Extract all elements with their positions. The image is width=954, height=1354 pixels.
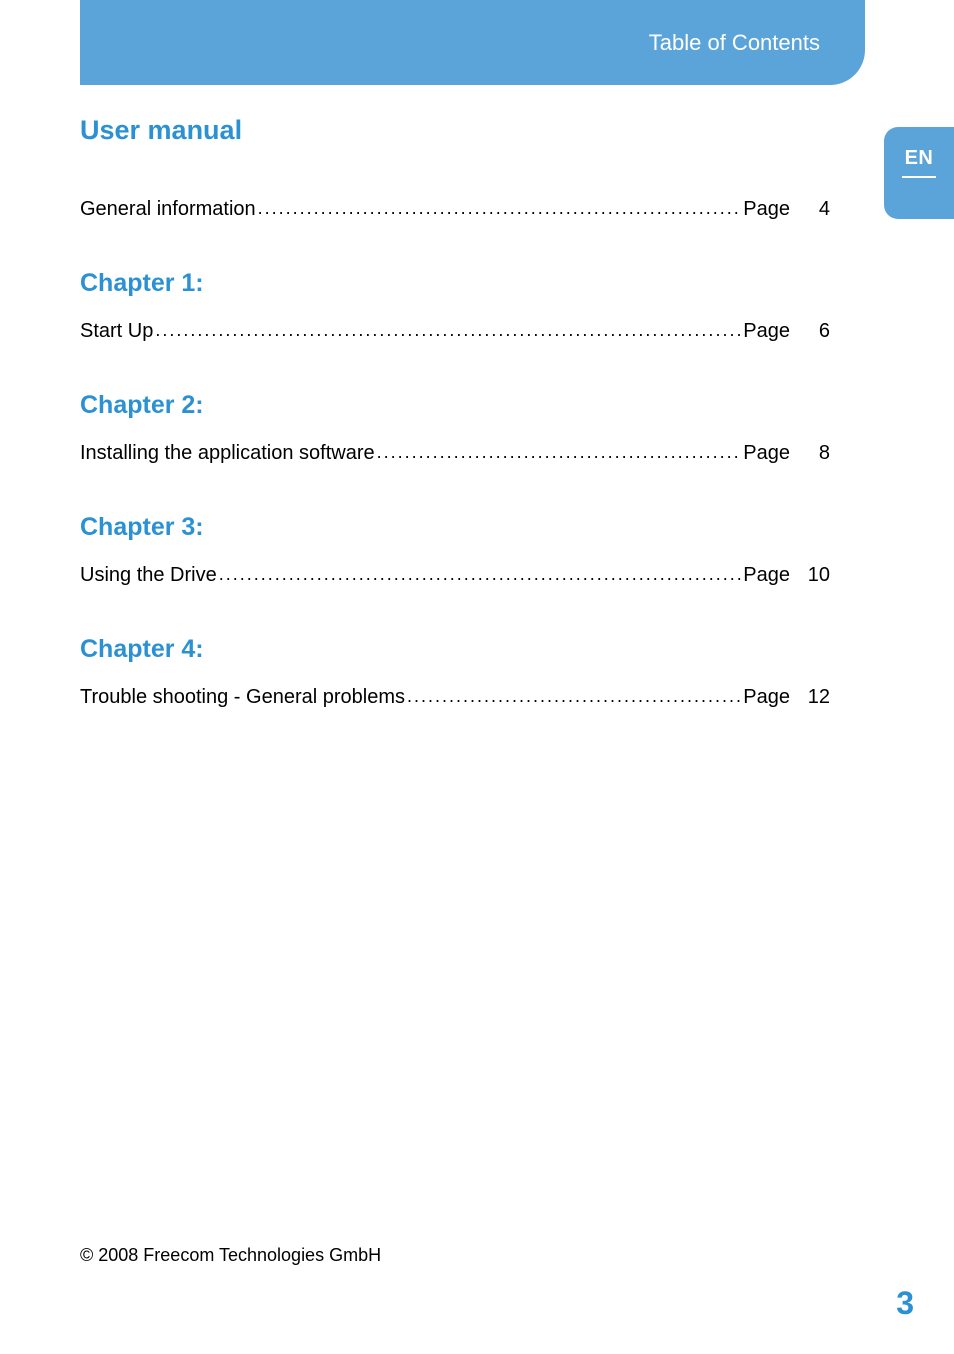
toc-dots: [219, 564, 742, 585]
main-title: User manual: [80, 115, 830, 146]
toc-page-num: 12: [790, 686, 830, 709]
footer-copyright: © 2008 Freecom Technologies GmbH: [80, 1245, 381, 1266]
toc-page-word: Page: [743, 564, 790, 587]
toc-row: Installing the application software Page…: [80, 442, 830, 465]
language-tab: EN: [884, 127, 954, 219]
toc-page-word: Page: [743, 686, 790, 709]
toc-row: Start Up Page 6: [80, 320, 830, 343]
toc-page-num: 4: [790, 198, 830, 221]
toc-dots: [155, 320, 741, 341]
content-area: User manual General information Page 4 C…: [80, 115, 830, 713]
header-bar: Table of Contents: [80, 0, 865, 85]
toc-page-word: Page: [743, 320, 790, 343]
toc-row: Trouble shooting - General problems Page…: [80, 686, 830, 709]
toc-page-word: Page: [743, 442, 790, 465]
language-label: EN: [905, 147, 934, 170]
toc-page-num: 10: [790, 564, 830, 587]
toc-label: General information: [80, 198, 256, 221]
chapter-title: Chapter 4:: [80, 635, 830, 664]
toc-label: Trouble shooting - General problems: [80, 686, 405, 709]
toc-row: General information Page 4: [80, 198, 830, 221]
toc-dots: [407, 686, 741, 707]
toc-page-num: 6: [790, 320, 830, 343]
toc-row: Using the Drive Page 10: [80, 564, 830, 587]
language-divider: [902, 176, 936, 178]
toc-label: Installing the application software: [80, 442, 375, 465]
toc-label: Start Up: [80, 320, 153, 343]
chapter-title: Chapter 1:: [80, 269, 830, 298]
toc-dots: [258, 198, 742, 219]
page-number: 3: [896, 1285, 914, 1322]
toc-dots: [377, 442, 742, 463]
toc-page-word: Page: [743, 198, 790, 221]
chapter-title: Chapter 2:: [80, 391, 830, 420]
chapter-title: Chapter 3:: [80, 513, 830, 542]
toc-page-num: 8: [790, 442, 830, 465]
toc-label: Using the Drive: [80, 564, 217, 587]
header-title: Table of Contents: [649, 30, 820, 56]
